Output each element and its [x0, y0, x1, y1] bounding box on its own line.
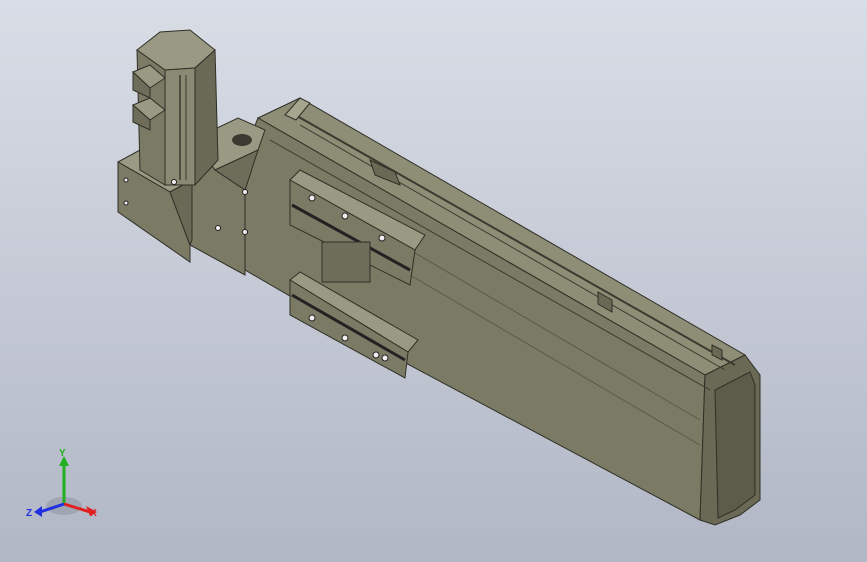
stepper-motor[interactable]	[132, 29, 219, 187]
graphics-viewport[interactable]: Y X Z	[0, 0, 867, 562]
linear-actuator-model[interactable]	[0, 0, 867, 562]
y-axis-label: Y	[59, 448, 66, 459]
z-axis-label: Z	[26, 508, 32, 519]
x-axis-label: X	[90, 508, 97, 519]
orientation-triad: Y X Z	[26, 448, 97, 519]
z-axis-arrow-icon	[34, 506, 42, 517]
